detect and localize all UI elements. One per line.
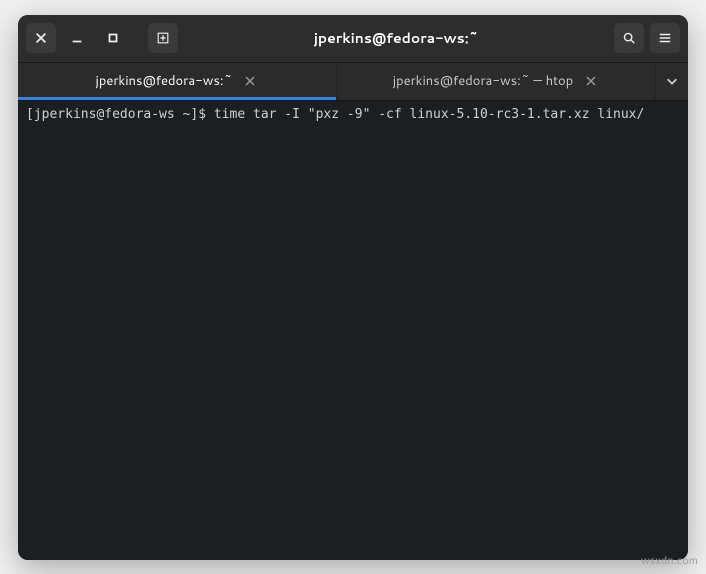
tab-bar: jperkins@fedora-ws:~ jperkins@fedora-ws:… [18,63,688,101]
titlebar: jperkins@fedora-ws:~ [18,15,688,63]
command-text: time tar -I "pxz -9" -cf linux-5.10-rc3-… [214,107,644,122]
tab-label: jperkins@fedora-ws:~ [96,72,233,90]
prompt-sep [175,107,183,122]
hamburger-icon [658,31,672,45]
search-icon [622,31,636,45]
window-title: jperkins@fedora-ws:~ [184,28,608,48]
close-icon [245,76,255,86]
maximize-icon [106,31,120,45]
close-icon [586,76,596,86]
prompt-open: [ [26,107,34,122]
tab-label: jperkins@fedora-ws:~ — htop [393,72,573,90]
chevron-down-icon [665,74,679,88]
prompt-user-host: jperkins@fedora-ws [34,107,175,122]
titlebar-right-controls [614,23,680,53]
tab-2[interactable]: jperkins@fedora-ws:~ — htop [337,63,656,100]
new-tab-button[interactable] [148,23,178,53]
tab-1[interactable]: jperkins@fedora-ws:~ [18,63,337,100]
new-tab-icon [156,31,170,45]
menu-button[interactable] [650,23,680,53]
tab-overflow-button[interactable] [656,63,688,100]
minimize-button[interactable] [62,23,92,53]
terminal-content[interactable]: [jperkins@fedora-ws ~]$ time tar -I "pxz… [18,101,688,560]
maximize-button[interactable] [98,23,128,53]
search-button[interactable] [614,23,644,53]
close-button[interactable] [26,23,56,53]
tab-close-button[interactable] [242,73,258,89]
close-icon [34,31,48,45]
tab-close-button[interactable] [583,73,599,89]
prompt-close: ]$ [190,107,213,122]
terminal-window: jperkins@fedora-ws:~ jperkins@fedora-ws:… [18,15,688,560]
titlebar-left-controls [26,23,178,53]
minimize-icon [70,31,84,45]
watermark: wsxdn.com [641,552,698,568]
